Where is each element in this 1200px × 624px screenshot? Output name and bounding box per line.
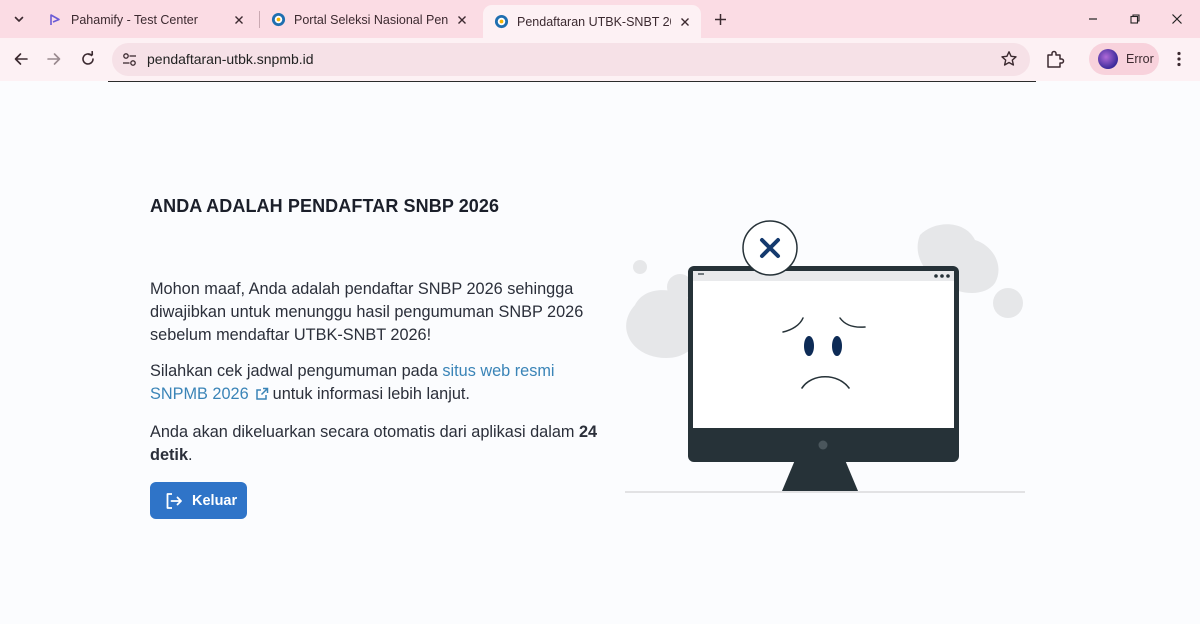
close-icon	[1172, 14, 1182, 24]
chevron-down-icon	[14, 16, 24, 22]
logout-button-label: Keluar	[192, 492, 238, 509]
browser-toolbar: pendaftaran-utbk.snpmb.id Error	[0, 38, 1200, 81]
page-title: ANDA ADALAH PENDAFTAR SNBP 2026	[150, 196, 500, 216]
divider	[108, 81, 1036, 82]
logout-icon	[166, 492, 182, 509]
auto-logout-text: Anda akan dikeluarkan secara otomatis da…	[150, 423, 579, 441]
browser-menu-button[interactable]	[1168, 48, 1190, 70]
address-bar[interactable]: pendaftaran-utbk.snpmb.id	[112, 43, 1030, 76]
site-info-icon[interactable]	[121, 51, 138, 68]
arrow-left-icon	[14, 53, 28, 65]
restore-button[interactable]	[1114, 0, 1156, 38]
tab-pendaftaran-utbk[interactable]: Pendaftaran UTBK-SNBT 2026	[483, 5, 701, 38]
profile-status-label: Error	[1126, 52, 1154, 66]
close-window-button[interactable]	[1156, 0, 1198, 38]
back-button[interactable]	[7, 45, 35, 73]
reload-button[interactable]	[74, 45, 102, 73]
monitor-stand	[782, 460, 858, 491]
new-tab-button[interactable]	[708, 8, 732, 30]
extensions-puzzle-icon[interactable]	[1044, 48, 1066, 70]
announcement-text: Silahkan cek jadwal pengumuman pada	[150, 362, 443, 380]
window-titlebar	[693, 271, 954, 281]
restore-icon	[1130, 14, 1140, 24]
url-text: pendaftaran-utbk.snpmb.id	[147, 51, 314, 67]
plus-icon	[714, 13, 726, 25]
reload-icon	[82, 51, 94, 65]
monitor-screen	[693, 271, 954, 428]
close-tab-icon[interactable]	[231, 12, 247, 28]
minimize-icon	[1089, 18, 1097, 20]
auto-logout-paragraph: Anda akan dikeluarkan secara otomatis da…	[150, 421, 600, 467]
tab-pahamify[interactable]: Pahamify - Test Center	[37, 5, 255, 34]
forward-button[interactable]	[40, 45, 68, 73]
tab-title: Pendaftaran UTBK-SNBT 2026	[517, 14, 671, 29]
kemendikbud-favicon-icon	[493, 14, 509, 30]
close-tab-icon[interactable]	[677, 14, 693, 30]
external-link-icon	[255, 387, 268, 400]
tab-search-button[interactable]	[8, 8, 30, 30]
arrow-right-icon	[47, 53, 61, 65]
tab-strip: Pahamify - Test Center Portal Seleksi Na…	[0, 0, 1200, 38]
announcement-suffix: untuk informasi lebih lanjut.	[272, 385, 470, 403]
avatar	[1098, 49, 1118, 69]
pahamify-favicon-icon	[47, 12, 63, 28]
more-vertical-icon	[1177, 51, 1181, 67]
tab-title: Portal Seleksi Nasional Penerim	[294, 12, 448, 27]
announcement-paragraph: Silahkan cek jadwal pengumuman pada situ…	[150, 360, 600, 406]
bookmark-star-icon[interactable]	[1000, 50, 1018, 68]
tab-title: Pahamify - Test Center	[71, 12, 198, 27]
profile-button[interactable]: Error	[1089, 43, 1159, 75]
sad-monitor-illustration	[625, 220, 1025, 493]
error-badge	[742, 220, 798, 276]
auto-logout-suffix: .	[188, 446, 193, 464]
power-button	[818, 440, 828, 450]
minimize-button[interactable]	[1072, 0, 1114, 38]
logout-button[interactable]: Keluar	[150, 482, 247, 519]
notice-paragraph: Mohon maaf, Anda adalah pendaftar SNBP 2…	[150, 280, 584, 344]
tab-portal-seleksi[interactable]: Portal Seleksi Nasional Penerim	[260, 5, 478, 34]
kemendikbud-favicon-icon	[270, 12, 286, 28]
close-tab-icon[interactable]	[454, 12, 470, 28]
